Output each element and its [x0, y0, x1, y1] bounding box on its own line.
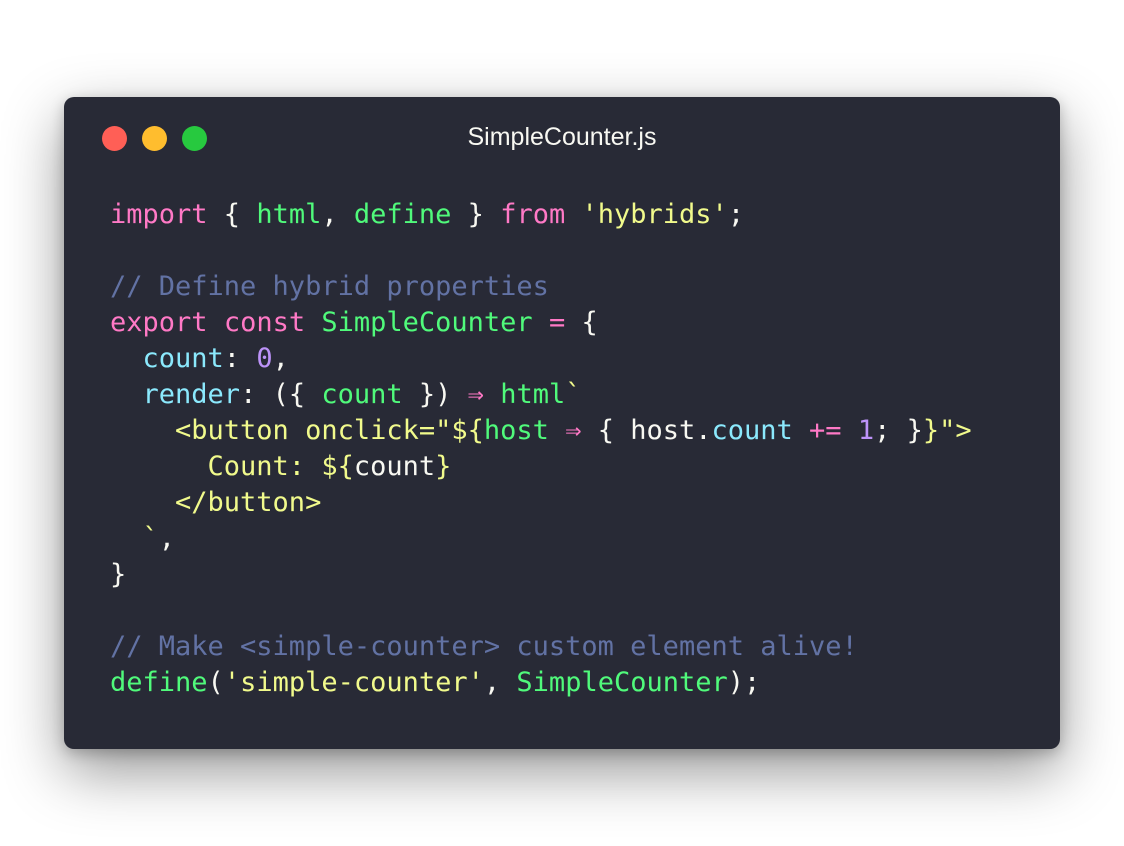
- code-token-string: </button>: [110, 487, 322, 518]
- code-token-number: 1: [857, 415, 875, 446]
- code-token-plain: }: [110, 559, 127, 590]
- code-line: define('simple-counter', SimpleCounter);: [110, 665, 972, 701]
- code-token-func: host: [483, 415, 549, 446]
- code-token-string: <button onclick=": [110, 415, 452, 446]
- code-token-plain: ,: [321, 199, 354, 230]
- code-token-string: Count: ${: [110, 451, 354, 482]
- code-token-op: +=: [809, 415, 842, 446]
- code-token-plain: ,: [158, 523, 176, 554]
- code-token-plain: ; }: [874, 415, 923, 446]
- code-token-plain: {: [207, 199, 257, 230]
- code-line: </button>: [110, 485, 972, 521]
- code-token-keyword: import: [110, 199, 208, 230]
- code-token-prop: count: [142, 343, 224, 374]
- code-token-func: html: [256, 199, 322, 230]
- code-token-plain: }): [402, 379, 468, 410]
- code-token-number: 0: [256, 343, 273, 374]
- code-token-string: }">: [922, 415, 972, 446]
- code-token-prop: render: [142, 379, 241, 410]
- code-token-string: 'simple-counter': [223, 667, 484, 698]
- code-line: `,: [110, 521, 972, 557]
- code-token-string: `: [565, 379, 582, 410]
- code-token-func: define: [110, 667, 208, 698]
- code-block: import { html, define } from 'hybrids' ; …: [110, 197, 972, 701]
- window-title: SimpleCounter.js: [467, 123, 657, 151]
- code-line: import { html, define } from 'hybrids';: [110, 197, 972, 233]
- code-token-op: ⇒: [467, 379, 484, 410]
- code-token-plain: ,: [272, 343, 289, 374]
- code-line: count: 0,: [110, 341, 972, 377]
- code-token-plain: ;: [727, 199, 745, 230]
- code-token-plain: count: [353, 451, 436, 482]
- window-titlebar: SimpleCounter.js: [64, 97, 1060, 179]
- code-token-keyword: export: [110, 307, 208, 338]
- code-token-comment: // Make <simple-counter> custom element …: [110, 631, 858, 662]
- code-line: // Make <simple-counter> custom element …: [110, 629, 972, 665]
- code-token-keyword: const: [223, 307, 306, 338]
- code-token-op: =: [548, 307, 566, 338]
- code-token-prop: count: [711, 415, 793, 446]
- code-token-string: 'hybrids': [581, 199, 728, 230]
- code-token-string: ${: [451, 415, 484, 446]
- code-token-plain: { host.: [581, 415, 712, 446]
- code-line: }: [110, 557, 972, 593]
- code-token-func: count: [321, 379, 403, 410]
- code-token-plain: }: [451, 199, 501, 230]
- code-token-func: SimpleCounter: [321, 307, 533, 338]
- code-token-plain: ,: [483, 667, 517, 698]
- code-line: <button onclick="${host ⇒ { host.count +…: [110, 413, 972, 449]
- code-token-plain: :: [223, 343, 257, 374]
- code-line: export const SimpleCounter = {: [110, 305, 972, 341]
- code-line: render: ({ count }) ⇒ html`: [110, 377, 972, 413]
- code-line: // Define hybrid properties: [110, 269, 972, 305]
- code-token-plain: {: [565, 307, 598, 338]
- code-token-op: ⇒: [565, 415, 582, 446]
- code-window: SimpleCounter.js import { html, define }…: [64, 97, 1060, 749]
- code-token-string: }: [435, 451, 452, 482]
- code-line: Count: ${count}: [110, 449, 972, 485]
- code-token-comment: // Define hybrid properties: [110, 271, 549, 302]
- code-token-plain: (: [207, 667, 224, 698]
- code-token-plain: : ({: [240, 379, 322, 410]
- code-token-plain: );: [727, 667, 761, 698]
- code-token-func: define: [353, 199, 452, 230]
- code-token-string: `: [110, 523, 159, 554]
- code-token-func: html: [500, 379, 566, 410]
- code-token-func: SimpleCounter: [516, 667, 728, 698]
- code-token-keyword: from: [500, 199, 566, 230]
